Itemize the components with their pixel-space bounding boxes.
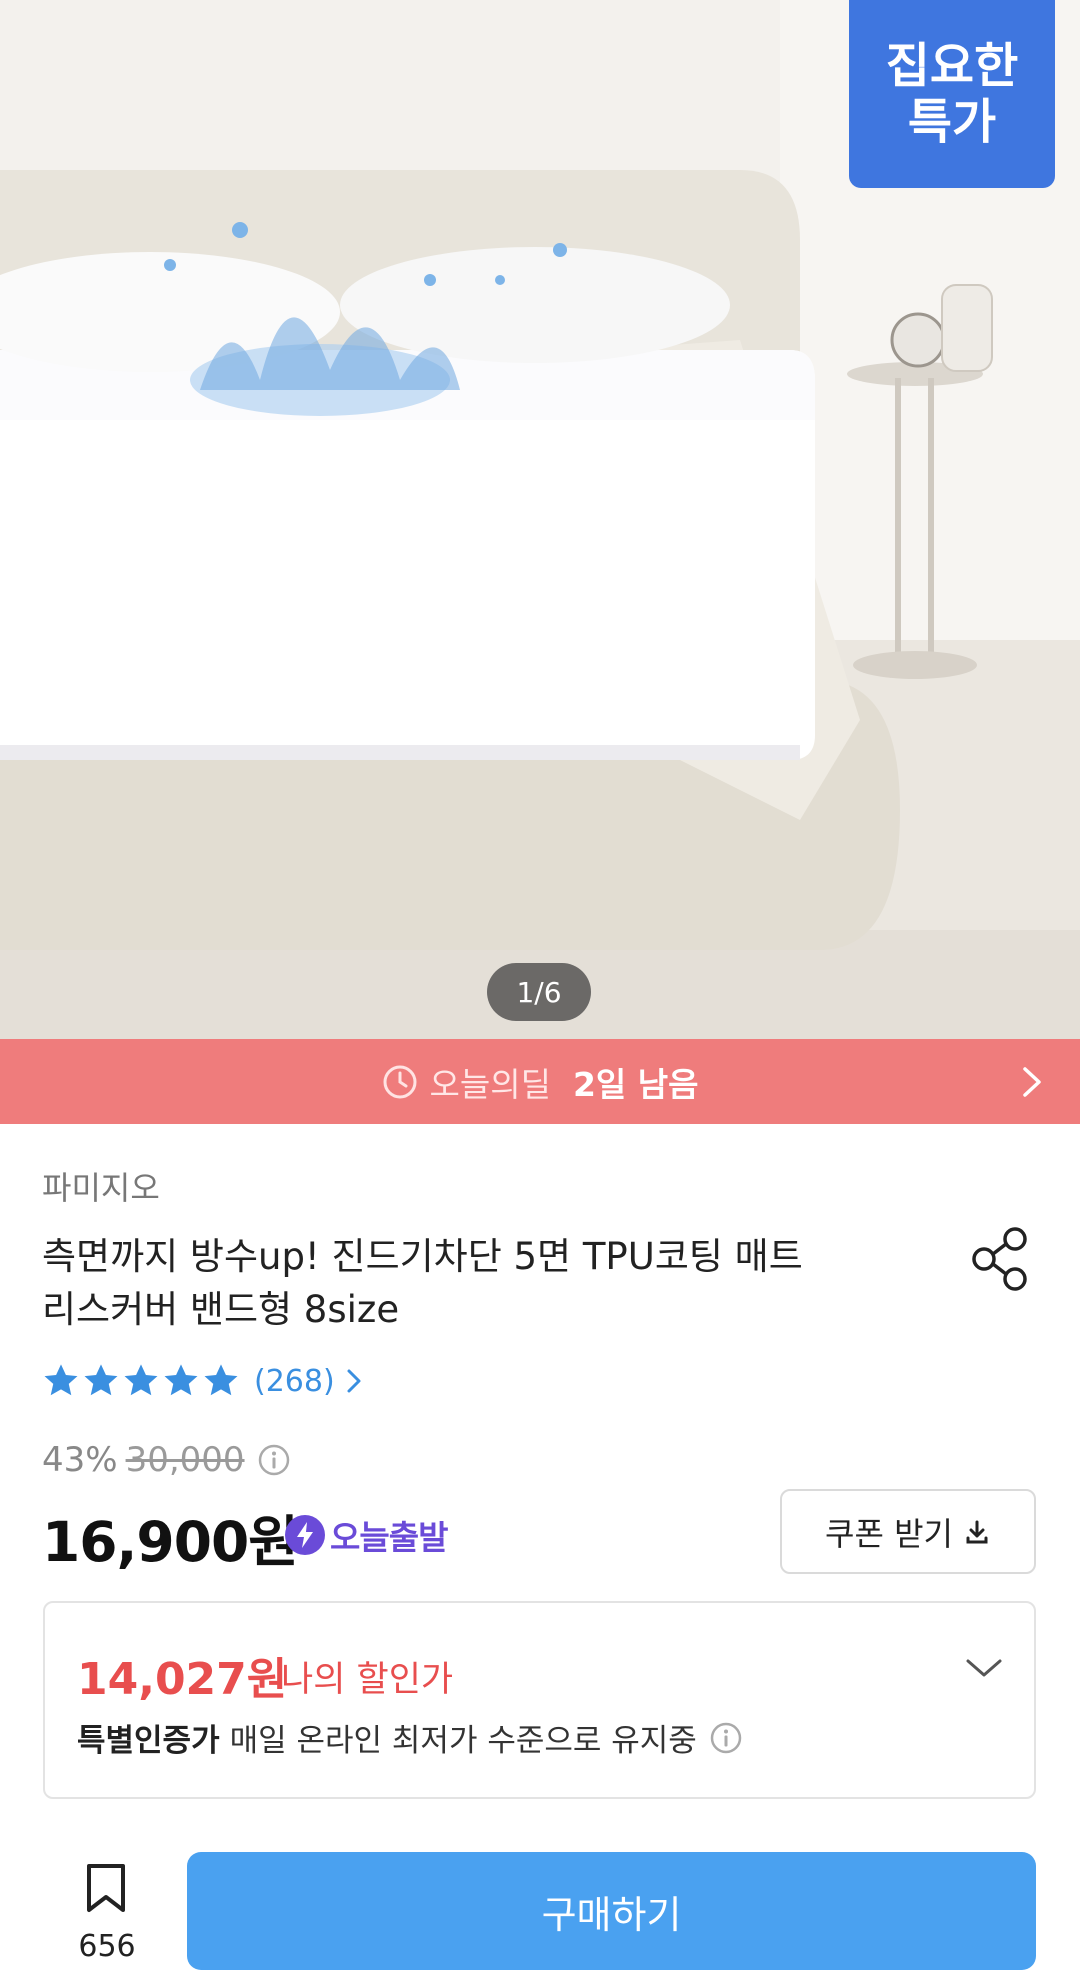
original-price: 30,000 bbox=[125, 1440, 245, 1480]
today-deal-bar[interactable]: 오늘의딜 2일 남음 bbox=[0, 1039, 1080, 1124]
info-icon[interactable] bbox=[257, 1443, 291, 1477]
my-discount-box[interactable]: 14,027원 나의 할인가 특별인증가 매일 온라인 최저가 수준으로 유지중 bbox=[43, 1601, 1036, 1799]
certified-price-label: 특별인증가 bbox=[77, 1723, 220, 1759]
rating-row[interactable]: (268) bbox=[42, 1362, 365, 1400]
discount-percent: 43% bbox=[42, 1440, 118, 1480]
review-count[interactable]: (268) bbox=[254, 1364, 335, 1399]
share-icon[interactable] bbox=[970, 1225, 1032, 1293]
my-discount-label: 나의 할인가 bbox=[281, 1660, 454, 1700]
star-icon bbox=[164, 1364, 198, 1396]
same-day-shipping-badge: 오늘출발 bbox=[284, 1511, 448, 1559]
certified-price-text: 매일 온라인 최저가 수준으로 유지중 bbox=[229, 1723, 697, 1759]
chevron-right-icon[interactable] bbox=[1012, 1063, 1050, 1101]
chevron-right-icon bbox=[347, 1369, 361, 1393]
my-discount-price: 14,027원 bbox=[77, 1654, 288, 1705]
buy-button[interactable]: 구매하기 bbox=[187, 1852, 1036, 1970]
special-deal-badge: 집요한 특가 bbox=[849, 0, 1055, 188]
discount-row: 43% 30,000 bbox=[42, 1440, 291, 1480]
get-coupon-button[interactable]: 쿠폰 받기 bbox=[780, 1489, 1036, 1574]
info-icon[interactable] bbox=[709, 1721, 743, 1755]
star-icon bbox=[204, 1364, 238, 1396]
product-image[interactable]: 집요한 특가 1/6 bbox=[0, 0, 1080, 1039]
star-icon bbox=[124, 1364, 158, 1396]
lightning-icon bbox=[285, 1515, 325, 1555]
certified-price-row: 특별인증가 매일 온라인 최저가 수준으로 유지중 bbox=[77, 1715, 743, 1760]
product-title: 측면까지 방수up! 진드기차단 5면 TPU코팅 매트리스커버 밴드형 8si… bbox=[42, 1235, 803, 1331]
brand-name[interactable]: 파미지오 bbox=[42, 1163, 160, 1209]
star-icon bbox=[84, 1364, 118, 1396]
same-day-shipping-label: 오늘출발 bbox=[330, 1518, 448, 1557]
image-page-indicator: 1/6 bbox=[487, 963, 591, 1021]
deal-label: 오늘의딜 bbox=[429, 1064, 551, 1104]
chevron-down-icon[interactable] bbox=[962, 1653, 1006, 1683]
deal-remaining-time: 2일 남음 bbox=[572, 1064, 699, 1104]
download-icon bbox=[966, 1520, 988, 1543]
coupon-button-label: 쿠폰 받기 bbox=[825, 1514, 953, 1553]
star-icon bbox=[44, 1364, 78, 1396]
star-rating bbox=[42, 1362, 242, 1400]
clock-icon bbox=[383, 1065, 416, 1098]
bookmark-count: 656 bbox=[78, 1929, 136, 1964]
bookmark-icon[interactable] bbox=[84, 1862, 128, 1914]
sale-price: 16,900원 bbox=[42, 1510, 299, 1574]
